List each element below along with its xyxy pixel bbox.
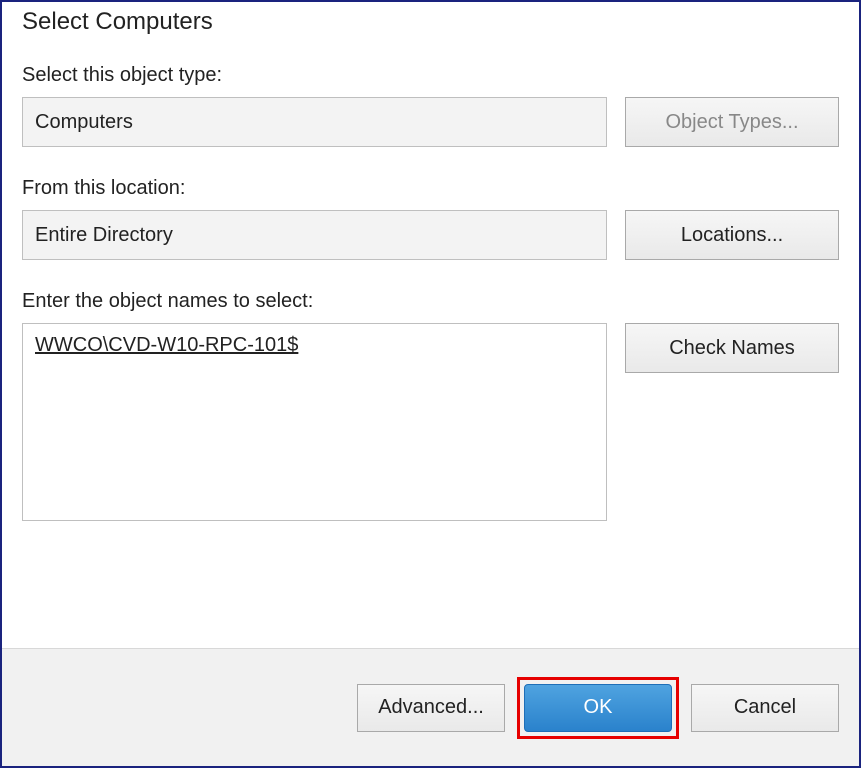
- names-row: WWCO\CVD-W10-RPC-101$ Check Names: [22, 323, 839, 521]
- object-names-input[interactable]: WWCO\CVD-W10-RPC-101$: [22, 323, 607, 521]
- locations-button[interactable]: Locations...: [625, 210, 839, 260]
- ok-button[interactable]: OK: [524, 684, 672, 732]
- dialog-footer: Advanced... OK Cancel: [2, 648, 859, 766]
- advanced-button[interactable]: Advanced...: [357, 684, 505, 732]
- object-types-button[interactable]: Object Types...: [625, 97, 839, 147]
- location-row: Entire Directory Locations...: [22, 210, 839, 260]
- check-names-button[interactable]: Check Names: [625, 323, 839, 373]
- object-type-label: Select this object type:: [22, 64, 839, 87]
- dialog-title: Select Computers: [22, 8, 839, 36]
- resolved-object-name: WWCO\CVD-W10-RPC-101$: [35, 334, 298, 356]
- cancel-button[interactable]: Cancel: [691, 684, 839, 732]
- dialog-content: Select Computers Select this object type…: [2, 2, 859, 648]
- location-label: From this location:: [22, 177, 839, 200]
- names-label: Enter the object names to select:: [22, 290, 839, 313]
- object-type-field: Computers: [22, 97, 607, 147]
- select-computers-dialog: Select Computers Select this object type…: [0, 0, 861, 768]
- ok-highlight-box: OK: [517, 677, 679, 739]
- location-field: Entire Directory: [22, 210, 607, 260]
- object-type-row: Computers Object Types...: [22, 97, 839, 147]
